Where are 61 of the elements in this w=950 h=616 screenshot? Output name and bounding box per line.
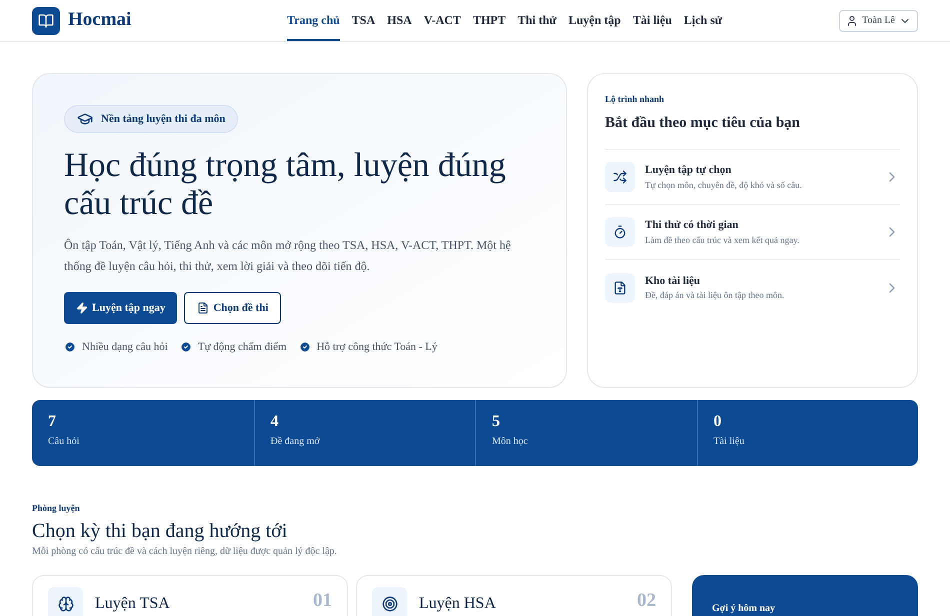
route-subtitle: Làm đề theo cấu trúc và xem kết quả ngay. — [645, 234, 800, 247]
nav-link[interactable]: Luyện tập — [568, 0, 621, 41]
check-icon — [180, 341, 192, 354]
stat-label: Câu hỏi — [48, 435, 80, 449]
room-number: 02 — [637, 588, 656, 612]
nav-link[interactable]: TSA — [352, 0, 376, 41]
stat-label: Môn học — [492, 435, 529, 449]
route-item[interactable]: Thi thử có thời gian Làm đề theo cấu trúc và xem kết quả ngay. — [605, 205, 900, 260]
nav-link[interactable]: V-ACT — [424, 0, 461, 41]
route-subtitle: Tự chọn môn, chuyên đề, độ khó và số câu. — [645, 178, 803, 192]
stat-value: 7 — [48, 412, 57, 432]
card-title: Bắt đầu theo mục tiêu của bạn — [605, 112, 900, 150]
graduation-cap-icon — [77, 111, 93, 127]
stat-value: 4 — [270, 412, 280, 432]
stopwatch-icon — [613, 225, 627, 239]
route-item[interactable]: Kho tài liệu Đề, đáp án và tài liệu ôn tập theo môn. — [605, 260, 900, 315]
room-title: Luyện HSA — [419, 594, 497, 614]
stat-value: 5 — [492, 412, 501, 432]
nav-link[interactable]: HSA — [387, 0, 412, 41]
user-menu-button[interactable]: Toàn Lê — [839, 10, 918, 32]
lightning-icon — [76, 302, 88, 314]
nav-link[interactable]: Thi thử — [518, 0, 556, 41]
category-badge: Nền tảng luyện thi đa môn — [64, 105, 238, 133]
brand-name: Hocmai — [68, 8, 132, 32]
user-icon — [846, 14, 858, 26]
route-title: Thi thử có thời gian — [645, 218, 740, 233]
section-title: Chọn kỳ thi bạn đang hướng tới — [32, 518, 288, 544]
brain-icon — [58, 596, 74, 612]
exam-room-card[interactable]: Luyện HSA 02 — [356, 574, 672, 616]
feature-text: Nhiều dạng câu hỏi — [82, 340, 168, 355]
route-item[interactable]: Luyện tập tự chọn Tự chọn môn, chuyên đề, độ khó và số câu. — [605, 150, 900, 205]
feature-text: Tự động chấm điểm — [198, 340, 287, 355]
stat-label: Tài liệu — [714, 435, 746, 449]
logo-icon — [32, 6, 60, 34]
exam-room-card[interactable]: Luyện TSA 01 — [32, 574, 348, 616]
route-title: Luyện tập tự chọn — [645, 163, 732, 178]
room-number: 01 — [313, 588, 332, 612]
stat-value: 0 — [714, 412, 722, 432]
route-title: Kho tài liệu — [645, 274, 702, 288]
stat-label: Đề đang mở — [270, 435, 321, 449]
hero-title: Học đúng trọng tâm, luyện đúng cấu trúc đề — [64, 147, 507, 223]
section-eyebrow: Lộ trình nhanh — [605, 93, 666, 106]
suggestion-title: Gợi ý hôm nay — [712, 602, 776, 614]
section-eyebrow: Phòng luyện — [32, 502, 81, 515]
nav-link[interactable]: THPT — [472, 0, 506, 41]
nav-link[interactable]: Tài liệu — [632, 0, 672, 41]
nav-link[interactable]: Trang chủ — [287, 0, 340, 41]
shuffle-icon — [613, 170, 627, 184]
document-icon — [197, 302, 210, 314]
nav-link[interactable]: Lịch sử — [684, 0, 722, 41]
check-icon — [298, 341, 311, 354]
hero-description: Ôn tập Toán, Vật lý, Tiếng Anh và các môn mở rộng theo TSA, HSA, V-ACT, THPT. Một hệ thống đề luyện câu hỏi, thi thử, xem lời giải và theo dõi tiến độ. — [64, 237, 512, 275]
target-icon — [382, 596, 398, 612]
room-title: Luyện TSA — [95, 594, 171, 614]
practice-button[interactable]: Luyện tập ngay — [64, 292, 178, 324]
check-icon — [64, 341, 76, 354]
section-subtitle: Mỗi phòng có cấu trúc đề và cách luyện riêng, dữ liệu được quản lý độc lập. — [32, 544, 338, 558]
choose-exam-button[interactable]: Chọn đề thi — [184, 292, 282, 324]
feature-text: Hỗ trợ công thức Toán - Lý — [316, 340, 438, 355]
document-icon — [613, 280, 627, 294]
route-subtitle: Đề, đáp án và tài liệu ôn tập theo môn. — [645, 289, 786, 302]
